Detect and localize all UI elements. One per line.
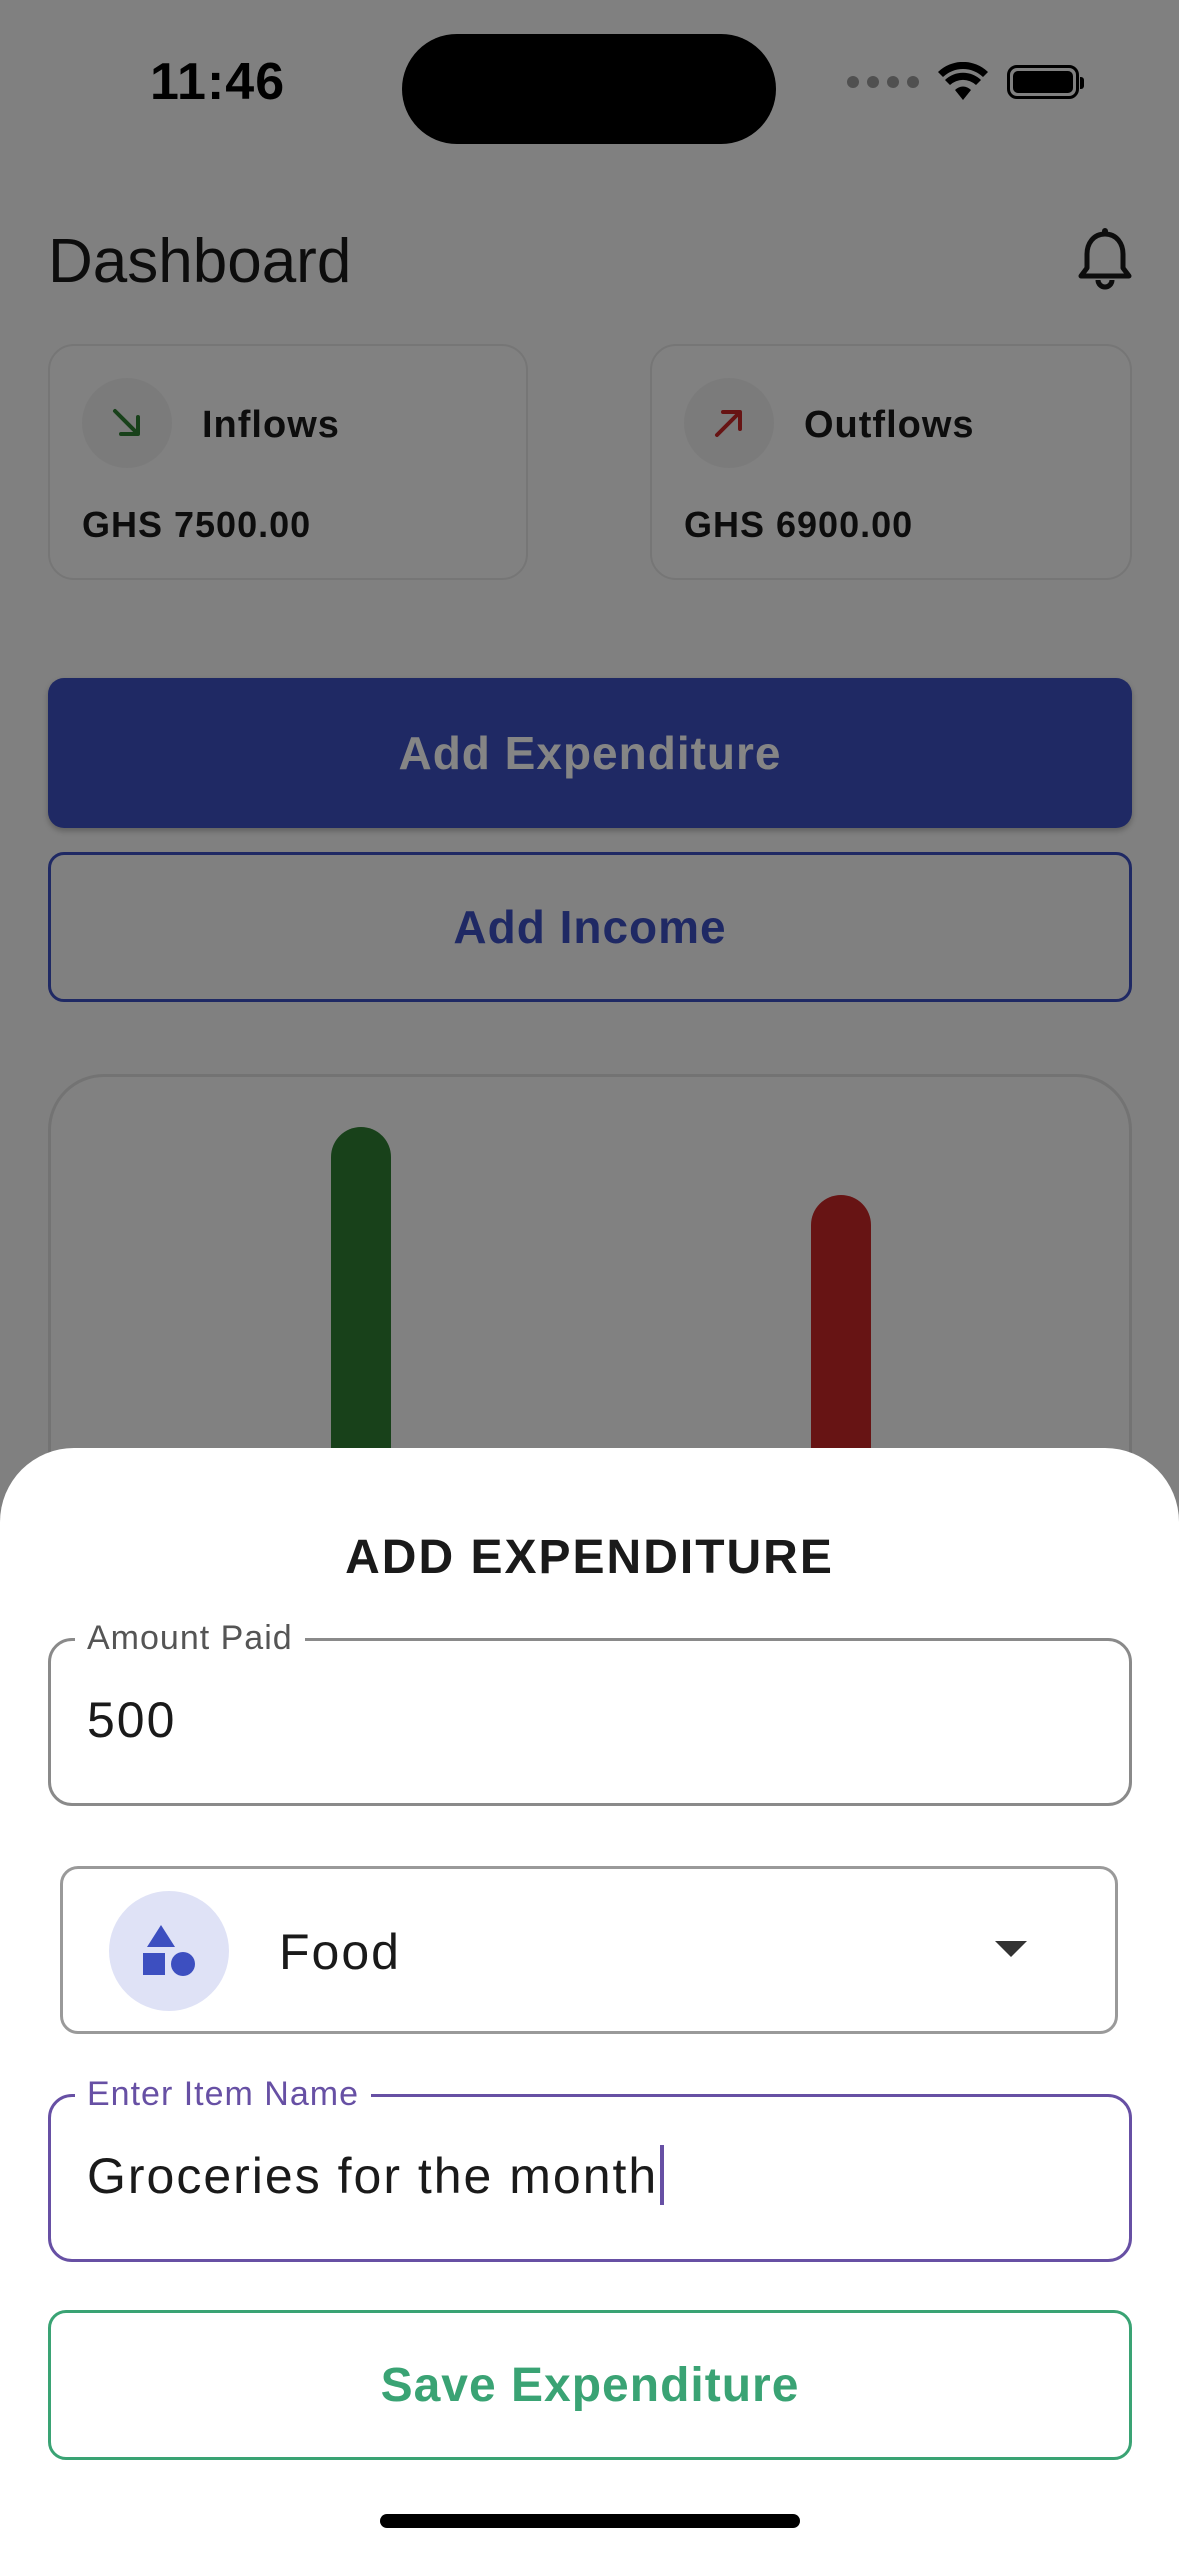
category-avatar: [109, 1891, 229, 2011]
amount-paid-label: Amount Paid: [75, 1619, 305, 1658]
item-name-field[interactable]: Enter Item Name Groceries for the month: [48, 2075, 1132, 2262]
amount-paid-field[interactable]: Amount Paid 500: [48, 1619, 1132, 1806]
dropdown-arrow-icon[interactable]: [995, 1941, 1027, 1957]
save-expenditure-button[interactable]: Save Expenditure: [48, 2310, 1132, 2460]
home-indicator[interactable]: [380, 2514, 800, 2528]
item-name-input[interactable]: Groceries for the month: [87, 2144, 665, 2205]
add-expenditure-sheet: ADD EXPENDITURE Amount Paid 500 Food Ent…: [0, 1448, 1179, 2556]
category-shapes-icon: [143, 1925, 195, 1976]
sheet-title: ADD EXPENDITURE: [345, 1531, 834, 1584]
item-name-value: Groceries for the month: [87, 2148, 659, 2204]
amount-paid-value: 500: [87, 1692, 177, 1748]
category-dropdown[interactable]: Food: [60, 1866, 1118, 2034]
text-caret: [660, 2144, 665, 2205]
category-value: Food: [279, 1924, 401, 1980]
item-name-label: Enter Item Name: [75, 2075, 371, 2114]
